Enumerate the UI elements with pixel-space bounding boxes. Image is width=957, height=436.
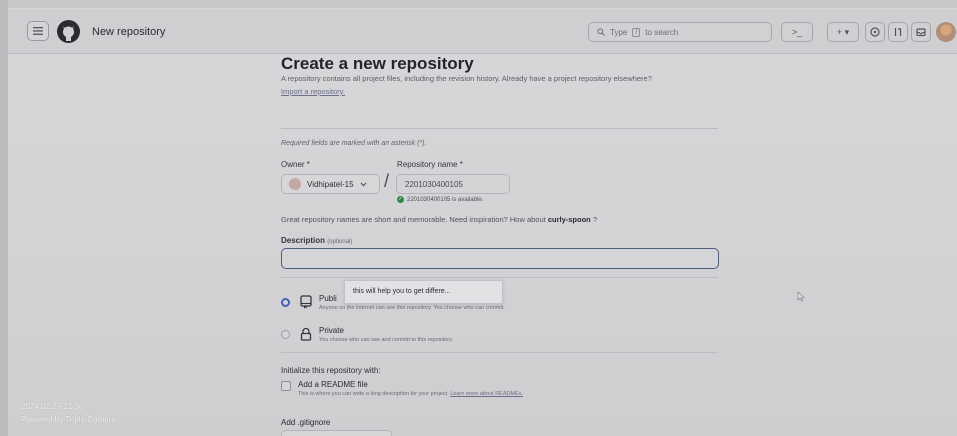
owner-repo-separator: / [384, 171, 390, 191]
camera-datetime-stamp: 2024.02.29 21:36 [21, 402, 84, 411]
menu-icon [33, 27, 43, 35]
private-radio[interactable] [281, 330, 290, 339]
hint-prefix: Great repository names are short and mem… [281, 215, 546, 224]
availability-message: ✓ 2201030400105 is available. [397, 196, 483, 203]
private-title: Private [319, 326, 344, 335]
readme-learn-more-link[interactable]: Learn more about READMEs. [450, 391, 523, 397]
issues-icon [870, 27, 880, 37]
new-repository-form: Create a new repository A repository con… [281, 54, 721, 436]
name-suggestion-hint: Great repository names are short and mem… [281, 215, 597, 224]
owner-label: Owner * [281, 160, 310, 169]
camera-caption-stamp: Powered by Triple Camera [21, 415, 116, 424]
inbox-button[interactable] [911, 22, 931, 42]
search-input[interactable]: Type / to search [588, 22, 772, 42]
form-description: A repository contains all project files,… [281, 74, 652, 83]
check-circle-icon: ✓ [397, 196, 404, 203]
readme-checkbox[interactable] [281, 381, 291, 391]
command-palette-button[interactable]: >_ [781, 22, 813, 42]
hint-suffix: ? [592, 215, 598, 224]
visibility-private-option[interactable]: Private You choose who can see and commi… [281, 326, 453, 343]
optional-tag: (optional) [327, 239, 353, 245]
search-shortcut-key: / [632, 27, 641, 37]
hamburger-menu-button[interactable] [27, 21, 49, 41]
repository-name-value: 2201030400105 [405, 179, 463, 189]
gitignore-label: Add .gitignore [281, 418, 331, 427]
tooltip-text: this will help you to get differe... [353, 288, 451, 295]
pull-request-icon [894, 28, 902, 36]
search-placeholder-after: to search [645, 27, 679, 37]
public-radio[interactable] [281, 298, 290, 307]
page-title: New repository [92, 26, 166, 38]
gitignore-dropdown[interactable] [281, 430, 392, 436]
owner-value: Vidhipatel-15 [307, 179, 354, 189]
suggested-name-button[interactable]: curly-spoon [548, 215, 591, 224]
user-avatar[interactable] [936, 22, 956, 42]
divider [281, 128, 718, 129]
pull-requests-button[interactable] [888, 22, 908, 42]
public-description: Anyone on the internet can see this repo… [319, 305, 505, 311]
readme-title: Add a README file [298, 380, 368, 389]
availability-text: 2201030400105 is available. [407, 196, 484, 203]
repo-name-label: Repository name * [397, 160, 463, 169]
repository-name-input[interactable]: 2201030400105 [396, 174, 510, 194]
private-description: You choose who can see and commit to thi… [319, 337, 453, 343]
form-title: Create a new repository [281, 54, 474, 73]
terminal-icon: >_ [791, 27, 803, 37]
readme-description: This is where you can write a long descr… [298, 391, 523, 397]
description-input[interactable] [281, 248, 719, 269]
description-label-text: Description [281, 236, 326, 245]
owner-dropdown[interactable]: Vidhipatel-15 [281, 174, 380, 194]
mouse-cursor-icon [797, 291, 805, 302]
owner-avatar [289, 178, 301, 190]
required-fields-note: Required fields are marked with an aster… [281, 140, 427, 147]
github-logo-icon[interactable] [57, 20, 80, 43]
import-repository-link[interactable]: Import a repository. [281, 87, 345, 96]
chevron-down-icon [360, 182, 366, 186]
issues-button[interactable] [865, 22, 885, 42]
search-placeholder-before: Type [610, 27, 628, 37]
inbox-icon [916, 28, 926, 37]
divider [281, 352, 718, 353]
search-icon [597, 28, 605, 36]
repo-icon [300, 295, 312, 309]
plus-icon: + ▾ [836, 26, 850, 37]
description-label: Description (optional) [281, 236, 352, 245]
autocomplete-tooltip[interactable]: this will help you to get differe... [344, 280, 503, 304]
photo-frame-top [0, 0, 957, 8]
photo-frame-left [0, 0, 8, 436]
divider [281, 277, 718, 278]
create-new-button[interactable]: + ▾ [827, 22, 859, 42]
lock-icon [300, 327, 312, 341]
initialize-label: Initialize this repository with: [281, 366, 381, 375]
readme-description-text: This is where you can write a long descr… [298, 391, 449, 397]
app-header: New repository Type / to search >_ + ▾ [8, 9, 957, 54]
